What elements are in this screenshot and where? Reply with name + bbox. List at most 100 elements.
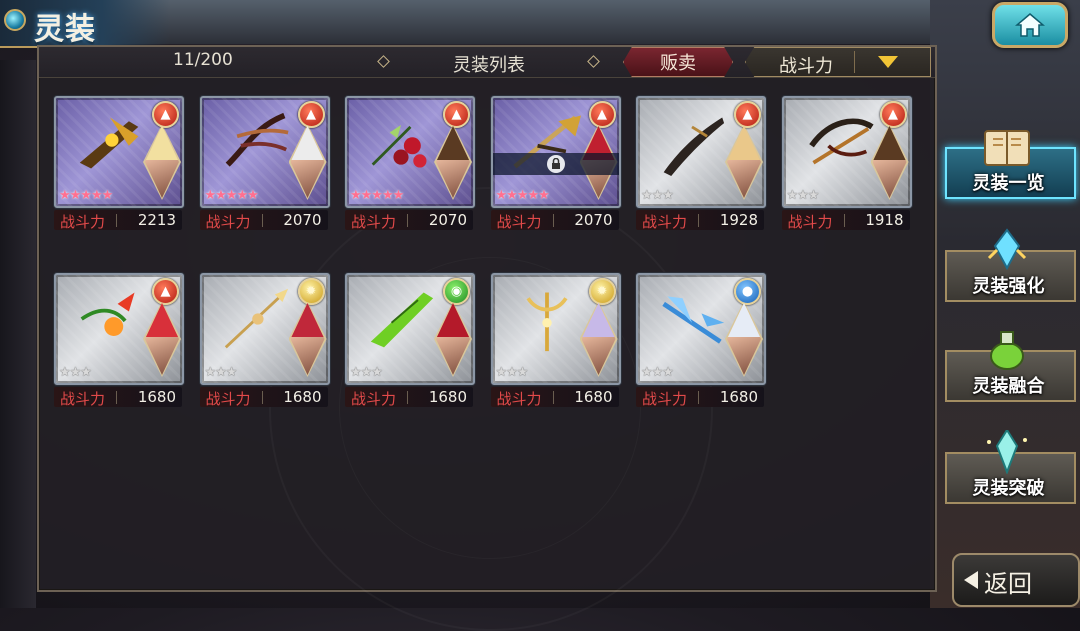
sort-label: 战斗力	[779, 56, 833, 77]
power-bar: 战斗力 2070	[199, 210, 328, 231]
list-header: 11/200 灵装列表 贩卖 战斗力	[39, 47, 935, 78]
power-value: 1680	[283, 388, 322, 406]
character-portrait	[436, 303, 470, 375]
home-button[interactable]	[992, 2, 1068, 48]
wind-element-icon: ◉	[443, 278, 470, 305]
character-portrait	[727, 303, 761, 375]
light-element-icon: ✹	[588, 278, 616, 305]
side-menu-item[interactable]: 灵装融合	[945, 331, 1076, 402]
spirit-gear-card[interactable]: ✹ ★★★ 战斗力 1680	[490, 273, 621, 415]
rarity-stars: ★★★	[786, 188, 820, 203]
divider	[261, 214, 263, 227]
power-value: 1680	[719, 388, 758, 406]
spirit-gear-card[interactable]: ● ★★★ 战斗力 1680	[636, 273, 766, 415]
sell-button[interactable]: 贩卖	[623, 47, 733, 77]
side-menu-label: 灵装突破	[972, 478, 1045, 499]
spirit-gear-card[interactable]: ◉ ★★★ 战斗力 1680	[345, 273, 475, 415]
spirit-gear-card[interactable]: ▲ ★★★★★ 战斗力 2213	[54, 96, 184, 238]
spirit-gear-card[interactable]: ✹ ★★★ 战斗力 1680	[199, 273, 330, 415]
rarity-stars: ★★★	[641, 365, 674, 380]
side-menu-label: 灵装一览	[972, 173, 1045, 194]
power-label: 战斗力	[351, 390, 397, 408]
spirit-gear-card[interactable]: ▲ ★★★ 战斗力 1928	[636, 96, 766, 238]
water-element-icon: ●	[734, 278, 761, 305]
weapon-image	[224, 288, 288, 349]
side-menu-item[interactable]: 灵装强化	[945, 228, 1076, 302]
power-label: 战斗力	[496, 213, 542, 231]
divider	[116, 214, 117, 227]
card-frame: ▲ ★★★★★	[54, 96, 184, 208]
home-icon	[1015, 13, 1045, 37]
divider	[407, 214, 408, 227]
power-bar: 战斗力 1680	[345, 387, 473, 408]
power-value: 2070	[428, 211, 467, 229]
character-portrait	[727, 126, 761, 198]
character-portrait	[872, 126, 907, 198]
spirit-gear-card[interactable]: ▲ ★★★★★ 战斗力 2070	[490, 96, 621, 238]
weapon-image	[526, 292, 567, 352]
crystal-enhance-icon	[987, 228, 1027, 271]
weapon-image	[662, 296, 725, 344]
card-frame: ✹ ★★★	[199, 273, 330, 385]
divider	[552, 391, 554, 404]
list-title: 灵装列表	[453, 55, 525, 76]
rarity-stars: ★★★	[59, 365, 92, 380]
weapon-image	[371, 125, 427, 168]
power-value: 1680	[137, 388, 176, 406]
power-value: 1680	[428, 388, 467, 406]
dropdown-arrow-icon	[878, 56, 898, 68]
power-label: 战斗力	[496, 390, 542, 408]
fire-element-icon: ▲	[734, 101, 761, 128]
rarity-stars: ★★★★★	[495, 188, 550, 203]
spirit-gear-card[interactable]: ▲ ★★★★★ 战斗力 2070	[199, 96, 330, 238]
power-label: 战斗力	[205, 213, 251, 231]
rarity-stars: ★★★	[641, 188, 674, 203]
rarity-stars: ★★★	[350, 365, 383, 380]
card-frame: ▲ ★★★★★	[490, 96, 621, 208]
power-bar: 战斗力 1680	[54, 387, 182, 408]
background-right	[930, 0, 1080, 608]
power-bar: 战斗力 2213	[54, 210, 182, 231]
card-frame: ◉ ★★★	[345, 273, 475, 385]
rarity-stars: ★★★	[495, 365, 529, 380]
crystal-breakthrough-icon	[987, 430, 1027, 474]
card-frame: ▲ ★★★★★	[199, 96, 330, 208]
power-label: 战斗力	[60, 390, 106, 408]
spirit-gear-card[interactable]: ▲ ★★★ 战斗力 1680	[54, 273, 184, 415]
divider	[854, 51, 855, 73]
rarity-stars: ★★★★★	[350, 188, 404, 203]
side-menu-item[interactable]: 灵装一览	[945, 130, 1076, 199]
sort-dropdown[interactable]: 战斗力	[745, 47, 931, 77]
power-bar: 战斗力 1680	[199, 387, 328, 408]
power-value: 1928	[719, 211, 758, 229]
divider	[261, 391, 263, 404]
divider	[843, 214, 845, 227]
back-label: 返回	[984, 570, 1032, 598]
side-menu-item[interactable]: 灵装突破	[945, 430, 1076, 504]
card-frame: ✹ ★★★	[490, 273, 621, 385]
title-banner: 灵装	[0, 0, 170, 48]
lock-icon	[546, 155, 565, 173]
fire-element-icon: ▲	[443, 101, 470, 128]
character-portrait	[290, 126, 325, 198]
weapon-image	[663, 117, 725, 176]
potion-fusion-icon	[990, 331, 1024, 370]
rarity-stars: ★★★★★	[59, 188, 113, 203]
card-frame: ▲ ★★★	[54, 273, 184, 385]
spirit-gear-panel: 11/200 灵装列表 贩卖 战斗力 ▲ ★★★★★ 战斗力 2213 ▲ ★★★★★ 战斗…	[37, 45, 937, 592]
power-label: 战斗力	[642, 390, 688, 408]
rarity-stars: ★★★★★	[204, 188, 259, 203]
power-bar: 战斗力 1680	[490, 387, 619, 408]
divider	[552, 214, 554, 227]
spirit-gear-card[interactable]: ▲ ★★★★★ 战斗力 2070	[345, 96, 475, 238]
power-label: 战斗力	[351, 213, 397, 231]
back-button[interactable]: 返回	[952, 553, 1080, 607]
power-label: 战斗力	[60, 213, 106, 231]
power-value: 2070	[574, 211, 613, 229]
back-arrow-icon	[964, 571, 978, 589]
fire-element-icon: ▲	[588, 101, 616, 128]
background-left	[0, 60, 36, 608]
power-value: 1680	[574, 388, 613, 406]
spirit-gear-card[interactable]: ▲ ★★★ 战斗力 1918	[781, 96, 912, 238]
weapon-image	[808, 118, 874, 165]
